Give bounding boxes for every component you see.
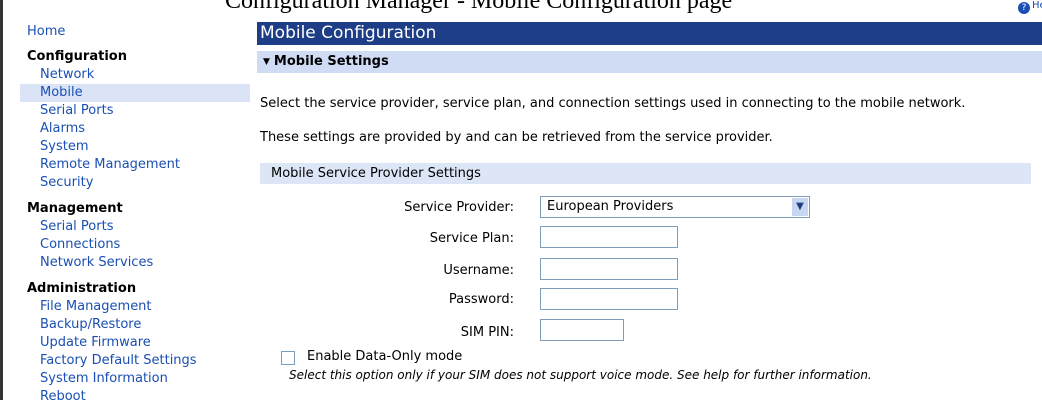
data-only-note: Select this option only if your SIM does… [289, 368, 872, 382]
sidebar-item-system[interactable]: System [20, 138, 250, 156]
sidebar-item-reboot[interactable]: Reboot [20, 388, 250, 406]
mobile-settings-header[interactable]: ▼ Mobile Settings [257, 51, 1042, 73]
help-link[interactable]: He [1032, 0, 1042, 11]
data-only-checkbox[interactable] [281, 351, 295, 365]
sidebar-section-configuration: Configuration [27, 49, 127, 64]
sidebar-item-factory-default[interactable]: Factory Default Settings [20, 352, 250, 370]
collapse-triangle-icon[interactable]: ▼ [263, 57, 270, 67]
main-content: Mobile Configuration ▼ Mobile Settings Se… [257, 22, 1042, 382]
sidebar-item-update-firmware[interactable]: Update Firmware [20, 334, 250, 352]
service-plan-label: Service Plan: [429, 231, 514, 246]
clipped-heading-text: Configuration Manager - Mobile Configura… [225, 0, 733, 14]
sidebar-item-backup-restore[interactable]: Backup/Restore [20, 316, 250, 334]
sidebar-item-mgmt-serial-ports[interactable]: Serial Ports [20, 218, 250, 236]
sidebar-item-connections[interactable]: Connections [20, 236, 250, 254]
top-strip: Configuration Manager - Mobile Configura… [0, 0, 1042, 22]
sidebar-item-file-management[interactable]: File Management [20, 298, 250, 316]
sidebar-item-remote-management[interactable]: Remote Management [20, 156, 250, 174]
page-title: Mobile Configuration [257, 22, 1042, 45]
sidebar-nav: Home Configuration Network Mobile Serial… [20, 23, 250, 406]
username-input[interactable] [540, 258, 678, 280]
password-input[interactable] [540, 288, 678, 310]
sidebar-item-network[interactable]: Network [20, 66, 250, 84]
sidebar-item-network-services[interactable]: Network Services [20, 254, 250, 272]
sidebar-item-serial-ports[interactable]: Serial Ports [20, 102, 250, 120]
username-label: Username: [443, 263, 514, 278]
password-label: Password: [448, 292, 514, 307]
sidebar-item-alarms[interactable]: Alarms [20, 120, 250, 138]
sidebar-section-administration: Administration [27, 281, 137, 296]
intro-paragraph: Select the service provider, service pla… [260, 96, 966, 111]
section-title: Mobile Settings [273, 54, 389, 69]
sidebar-item-mobile[interactable]: Mobile [20, 84, 250, 102]
service-provider-label: Service Provider: [404, 200, 514, 215]
info-paragraph: These settings are provided by and can b… [260, 130, 773, 145]
service-provider-select[interactable]: European Providers ▼ [540, 196, 810, 218]
data-only-label: Enable Data-Only mode [307, 349, 463, 364]
provider-settings-header: Mobile Service Provider Settings [260, 163, 1031, 184]
sidebar-section-management: Management [27, 201, 123, 216]
chevron-down-icon[interactable]: ▼ [792, 198, 808, 216]
service-provider-value: European Providers [547, 199, 674, 214]
service-plan-input[interactable] [540, 226, 678, 248]
sim-pin-input[interactable] [540, 319, 624, 341]
sidebar-item-home[interactable]: Home [20, 23, 250, 41]
sidebar-item-security[interactable]: Security [20, 174, 250, 192]
left-border [0, 0, 3, 400]
sim-pin-label: SIM PIN: [460, 325, 514, 340]
sidebar-item-system-information[interactable]: System Information [20, 370, 250, 388]
help-icon[interactable]: ? [1018, 2, 1030, 14]
